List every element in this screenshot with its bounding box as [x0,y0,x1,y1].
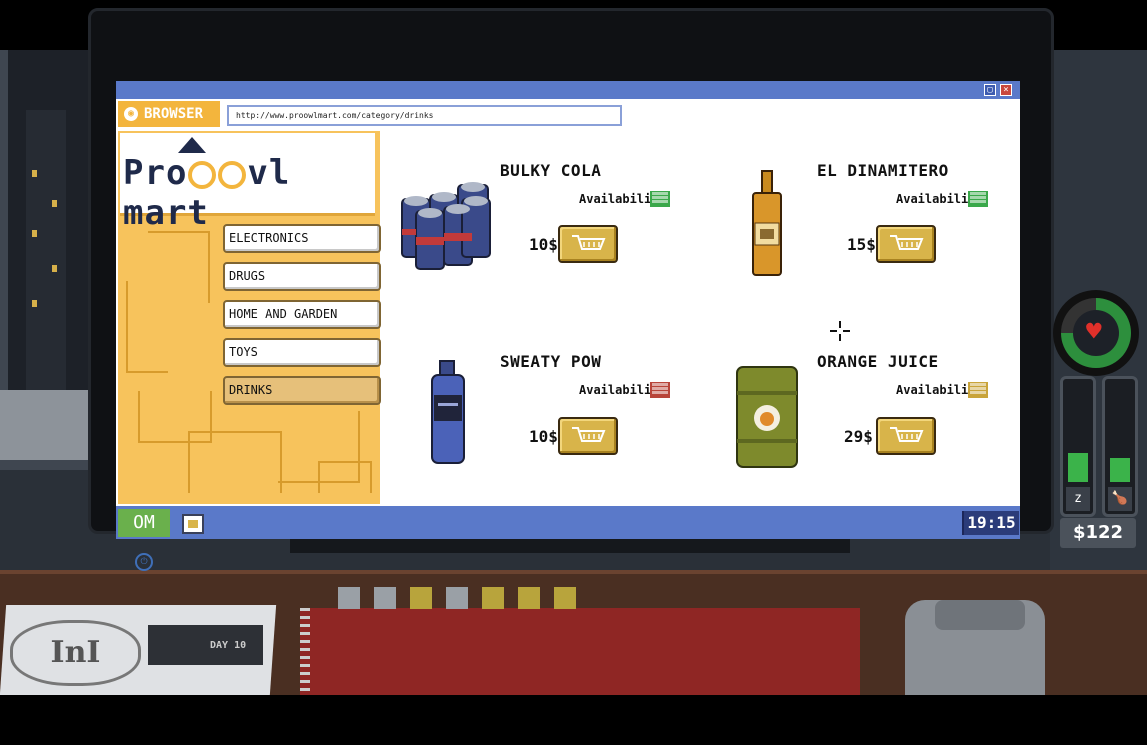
owl-eye-icon [218,160,247,189]
cart-icon [890,235,924,250]
minimize-button[interactable]: ▢ [984,84,996,96]
logo-text-start: Pro [123,153,188,193]
hunger-meter: 🍗 [1102,376,1138,517]
crosshair-cursor-icon [830,321,850,341]
lit-window [32,230,37,237]
color-key[interactable] [554,587,576,609]
food-icon: 🍗 [1108,487,1132,511]
hunger-level [1110,458,1130,482]
browser-tab[interactable]: ◉ BROWSER [118,101,220,127]
owl-hat-icon [178,137,206,153]
product-name: EL DINAMITERO [817,161,949,180]
health-meter: ♥ [1053,290,1139,376]
close-button[interactable]: × [1000,84,1012,96]
color-key[interactable] [518,587,540,609]
cart-icon [572,427,606,442]
lit-window [32,300,37,307]
notebook-spiral [300,608,310,695]
product-price: 29$ [844,427,873,446]
taskbar: OM 19:15 [116,506,1020,539]
category-home-and-garden[interactable]: HOME AND GARDEN [223,300,381,329]
liquor-bottle-image [752,170,782,276]
heart-icon: ♥ [1086,317,1102,347]
add-to-cart-button[interactable] [558,225,618,263]
color-key[interactable] [410,587,432,609]
url-bar[interactable]: http://www.proowlmart.com/category/drink… [227,105,622,126]
cart-icon [572,235,606,250]
add-to-cart-button[interactable] [876,225,936,263]
category-electronics[interactable]: ELECTRONICS [223,224,381,253]
notebook[interactable] [300,608,860,695]
store-app-taskbar-icon[interactable] [182,514,204,534]
store-logo-text: Pro vl mart [123,153,375,233]
product-name: ORANGE JUICE [817,352,939,371]
store-sidebar: Pro vl mart ELECTRONICS DRUGS HOME AND GA… [118,131,381,504]
sleep-level [1068,453,1088,482]
product-name: BULKY COLA [500,161,602,180]
day-label: DAY 10 [210,640,247,651]
newspaper-logo: InI [10,620,141,686]
owl-eye-icon [188,160,217,189]
availability-indicator [650,191,670,207]
cart-icon [890,427,924,442]
room-window [0,50,101,470]
sleep-icon: z [1066,487,1090,511]
power-icon[interactable]: ⏻ [135,553,153,571]
lit-window [52,200,57,207]
sports-drink-image [431,360,465,464]
owl-icon: ◉ [124,107,138,121]
color-key[interactable] [482,587,504,609]
product-price: 10$ [529,235,558,254]
money-counter: $122 [1060,518,1136,548]
computer-screen: ▢ × ◉ BROWSER http://www.proowlmart.com/c… [116,81,1020,539]
store-logo[interactable]: Pro vl mart [120,133,375,233]
telephone-handset [935,600,1025,630]
browser-tab-label: BROWSER [144,106,204,122]
availability-indicator [968,382,988,398]
lit-window [52,265,57,272]
window-titlebar: ▢ × [116,81,1020,99]
window-sill [0,390,95,460]
letterbox-bottom [0,695,1147,745]
category-drugs[interactable]: DRUGS [223,262,381,291]
color-key[interactable] [446,587,468,609]
juice-barrel-image [736,366,798,468]
product-name: SWEATY POW [500,352,602,371]
product-price: 10$ [529,427,558,446]
add-to-cart-button[interactable] [876,417,936,455]
category-drinks[interactable]: DRINKS [223,376,381,405]
color-key[interactable] [338,587,360,609]
color-key[interactable] [374,587,396,609]
lit-window [32,170,37,177]
sleep-meter: z [1060,376,1096,517]
category-toys[interactable]: TOYS [223,338,381,367]
availability-indicator [650,382,670,398]
start-button[interactable]: OM [118,509,170,537]
product-price: 15$ [847,235,876,254]
clock: 19:15 [962,511,1019,535]
add-to-cart-button[interactable] [558,417,618,455]
city-view [8,50,88,390]
building [26,110,66,390]
cola-cans-image [401,182,491,270]
availability-indicator [968,191,988,207]
